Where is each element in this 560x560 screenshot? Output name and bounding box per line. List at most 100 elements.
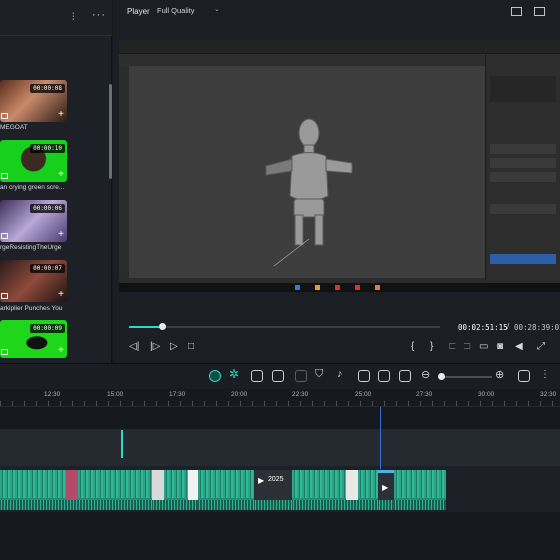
timeline-video-clip[interactable] (152, 470, 164, 510)
clip-duration: 00:00:07 (30, 264, 65, 273)
playback-progress-fill (129, 326, 163, 328)
add-clip-icon[interactable]: + (58, 230, 64, 240)
timeline-video-clip[interactable] (346, 470, 358, 510)
more-options-icon[interactable]: ··· (92, 9, 106, 21)
ruler-label: 27:30 (416, 391, 433, 398)
clip-play-icon: ▶ (258, 476, 265, 485)
timeline-video-clip[interactable] (292, 470, 346, 510)
timeline-video-clip[interactable] (78, 470, 152, 510)
taskbar-icon (315, 285, 320, 290)
timeline-video-clip[interactable] (198, 470, 254, 510)
timeline-video-clip[interactable] (394, 470, 446, 510)
quality-dropdown[interactable]: Full Quality (157, 6, 195, 15)
clip-duration: 00:00:10 (30, 144, 65, 153)
ruler-label: 17:30 (169, 391, 186, 398)
timeline-ruler[interactable]: 12:30 15:00 17:30 20:00 22:30 25:00 27:3… (0, 389, 560, 407)
media-clip-title: arkiplier Punches You (0, 305, 63, 312)
properties-row (490, 172, 556, 182)
next-frame-icon[interactable]: |▷ (150, 341, 160, 352)
media-clip-thumbnail[interactable]: 00:00:08 + (0, 80, 67, 122)
timeline-video-clip[interactable] (358, 470, 378, 510)
media-clip-title: MEGOAT (0, 124, 28, 131)
timeline-video-clip[interactable] (164, 470, 188, 510)
zoom-out-icon[interactable]: ⊖ (421, 368, 430, 381)
ai-tool-icon[interactable] (209, 370, 221, 382)
player-header: Player Full Quality ⌄ (113, 0, 560, 26)
blender-viewport (129, 66, 485, 278)
media-clip-thumbnail[interactable]: 00:00:10 + (0, 140, 67, 182)
timeline-title-clip[interactable]: ▶ 2025 (254, 470, 292, 510)
volume-icon[interactable]: ◀ (515, 341, 523, 352)
media-clip-thumbnail[interactable]: 00:00:09 + (0, 320, 67, 358)
sticker-tool-icon[interactable] (272, 370, 284, 382)
add-clip-icon[interactable]: + (58, 290, 64, 300)
previous-frame-icon[interactable]: ◁| (129, 341, 139, 352)
text-tool-icon[interactable] (358, 370, 370, 382)
filter-icon[interactable]: ⫶ (72, 12, 75, 23)
snapshot-icon[interactable]: ◙ (497, 341, 503, 352)
stop-icon[interactable]: □ (188, 341, 194, 352)
ruler-label: 22:30 (292, 391, 309, 398)
clip-title-text: 2025 (268, 476, 284, 483)
zoom-in-icon[interactable]: ⊕ (495, 368, 504, 381)
current-timecode: 00:02:51:15 (458, 323, 508, 332)
timeline-marker[interactable] (121, 430, 123, 458)
chevron-down-icon[interactable]: ⌄ (214, 5, 220, 13)
ruler-label: 15:00 (107, 391, 124, 398)
blender-toolbar (119, 66, 129, 272)
player-panel: Player Full Quality ⌄ 00:02:51:15 / 00:2… (113, 0, 560, 363)
grid-view-icon[interactable] (511, 7, 522, 16)
media-clip-thumbnail[interactable]: 00:00:06 + (0, 200, 67, 242)
timeline-video-clip-selected[interactable]: ▶ (378, 470, 394, 510)
clip-tool-icon[interactable] (251, 370, 263, 382)
timeline-video-clip[interactable] (188, 470, 198, 510)
media-clip-thumbnail[interactable]: 00:00:07 + (0, 260, 67, 302)
record-tool-icon[interactable] (295, 370, 307, 382)
media-panel-header: ⫶ ··· (0, 0, 112, 36)
outliner (490, 76, 556, 102)
timeline-audio-track[interactable] (0, 512, 560, 560)
clip-type-icon (1, 233, 8, 239)
playback-progress-track[interactable] (129, 326, 440, 328)
insert-icon[interactable]: ⊏ (448, 341, 456, 352)
captions-tool-icon[interactable] (399, 370, 411, 382)
scopes-icon[interactable] (534, 7, 545, 16)
add-clip-icon[interactable]: + (58, 110, 64, 120)
zoom-slider-track[interactable] (440, 376, 492, 378)
shield-icon[interactable]: ⛉ (315, 368, 323, 381)
timeline-toolbar: ✲ ⛉ ♪ ⊖ ⊕ ⋮ (0, 363, 560, 389)
image-tool-icon[interactable] (378, 370, 390, 382)
timeline-gap (0, 408, 560, 429)
overwrite-icon[interactable]: ⊐ (463, 341, 471, 352)
player-label: Player (127, 7, 150, 16)
microphone-icon[interactable]: ♪ (337, 368, 343, 380)
display-icon[interactable]: ▭ (479, 341, 488, 352)
media-clip-title: rgeResistingTheUrge (0, 244, 62, 251)
playback-scrubber[interactable] (159, 323, 166, 330)
fullscreen-icon[interactable]: ⤢ (537, 341, 545, 352)
play-icon[interactable]: ▷ (170, 341, 178, 352)
add-clip-icon[interactable]: + (58, 346, 64, 356)
toolbar-more-icon[interactable]: ⋮ (540, 369, 550, 380)
mark-in-icon[interactable]: { (411, 341, 414, 352)
add-clip-icon[interactable]: + (58, 170, 64, 180)
clip-play-icon: ▶ (382, 483, 389, 492)
blender-menu-bar (119, 40, 560, 54)
media-scrollbar[interactable] (109, 84, 112, 179)
video-preview[interactable] (119, 40, 560, 292)
zoom-slider-knob[interactable] (438, 373, 445, 380)
magic-icon[interactable]: ✲ (229, 367, 239, 381)
timeline-video-clip[interactable] (0, 470, 66, 510)
ruler-label: 12:30 (44, 391, 61, 398)
clip-type-icon (1, 349, 8, 355)
timeline-track[interactable] (0, 429, 560, 466)
video-editor-window: ⫶ ··· 00:00:08 + MEGOAT 00:00:10 + an cr… (0, 0, 560, 560)
timeline-video-clip[interactable] (66, 470, 78, 510)
layout-icon[interactable] (518, 370, 530, 382)
media-clip-title: an crying green scre... (0, 184, 65, 191)
timeline-playhead[interactable] (380, 407, 381, 469)
properties-row (490, 204, 556, 214)
ruler-label: 32:30 (540, 391, 557, 398)
media-library-panel: ⫶ ··· 00:00:08 + MEGOAT 00:00:10 + an cr… (0, 0, 112, 363)
mark-out-icon[interactable]: } (430, 341, 433, 352)
